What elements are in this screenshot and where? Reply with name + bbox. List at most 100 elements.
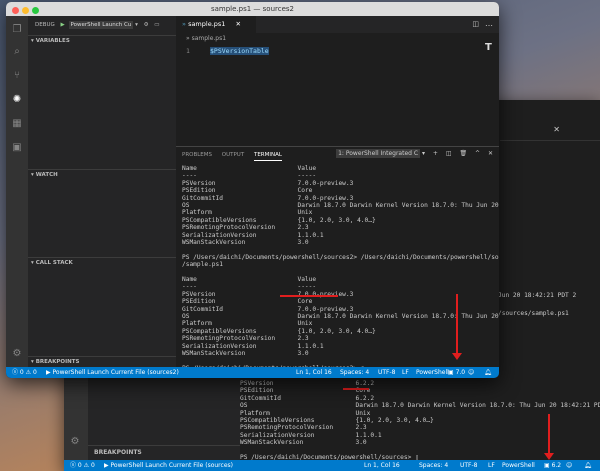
terminal-header-bg: ✕ [500, 122, 600, 141]
title-bar[interactable]: sample.ps1 — sources2 [6, 2, 499, 17]
gear-icon[interactable]: ⚙ [64, 436, 86, 447]
zoom-window-button[interactable] [32, 7, 39, 14]
powershell-icon[interactable]: ▣ [6, 142, 28, 153]
close-window-button[interactable] [12, 7, 19, 14]
search-icon[interactable]: ⌕ [6, 46, 28, 57]
terminal-line: PSVersion 7.0.0-preview.3 [182, 179, 354, 187]
terminal-select[interactable]: 1: PowerShell Integrated C [336, 149, 421, 158]
ps-version-status[interactable]: ▣ 7.0 [448, 367, 465, 378]
eol-status[interactable]: LF [488, 460, 495, 471]
terminal-line: PSRemotingProtocolVersion 2.3 [182, 224, 309, 232]
close-icon[interactable]: ✕ [488, 150, 493, 157]
terminal-line: PSEdition Core [182, 187, 313, 195]
terminal-line: ---- ----- [182, 283, 317, 291]
ps-version-status[interactable]: ▣ 6.2 [544, 460, 561, 471]
feedback-icon[interactable]: ☺ [566, 460, 572, 471]
terminal-panel[interactable]: PROBLEMS OUTPUT TERMINAL 1: PowerShell I… [176, 146, 499, 372]
terminal-line: Jun 20 18:42:21 PDT 2 [498, 292, 577, 299]
breadcrumb[interactable]: » sample.ps1 [186, 35, 226, 42]
terminal-line: OS Darwin 18.7.0 Darwin Kernel Version 1… [182, 202, 499, 209]
terminal-line: PSEdition Core [182, 298, 313, 306]
ts-glyph: T [485, 42, 492, 53]
terminal-line: SerializationVersion 1.1.0.1 [240, 431, 382, 439]
cursor-position[interactable]: Ln 1, Col 16 [296, 367, 332, 378]
problems-status[interactable]: ⓧ 0 ⚠ 0 [70, 460, 95, 471]
explorer-icon[interactable]: ❐ [6, 24, 28, 35]
language-status[interactable]: PowerShell [502, 460, 535, 471]
terminal-line: /sample.ps1 [182, 261, 223, 269]
terminal-line: PSRemotingProtocolVersion 2.3 [182, 335, 309, 343]
split-terminal-icon[interactable]: ◫ [446, 150, 452, 157]
debug-sidebar: DEBUG ▶ PowerShell Launch Cu ▾ ⚙ ▭ ▾ VAR… [28, 16, 176, 367]
bell-icon[interactable]: 🔔︎ [584, 460, 592, 471]
problems-status[interactable]: ⓧ 0 ⚠ 0 [12, 367, 37, 378]
launch-config-status[interactable]: ▶ PowerShell Launch Current File (source… [46, 367, 179, 378]
launch-config-status[interactable]: ▶ PowerShell Launch Current File (source… [104, 460, 233, 471]
tab-output[interactable]: OUTPUT [222, 152, 244, 158]
terminal-line: Platform Unix [182, 320, 313, 328]
close-icon[interactable]: ✕ [236, 20, 241, 28]
editor-area[interactable]: » sample.ps1 ✕ ◫ … » sample.ps1 1 $PSVer… [176, 16, 499, 146]
tab-terminal[interactable]: TERMINAL [253, 152, 282, 161]
new-terminal-icon[interactable]: + [433, 150, 438, 157]
indent-status[interactable]: Spaces: 4 [419, 460, 448, 471]
variables-section-header[interactable]: ▾ VARIABLES [28, 35, 176, 46]
editor-tab-sample[interactable]: » sample.ps1 ✕ [176, 16, 256, 33]
indent-status[interactable]: Spaces: 4 [340, 367, 369, 378]
terminal-line: PSVersion 6.2.2 [240, 380, 375, 387]
extensions-icon[interactable]: ▦ [6, 118, 28, 129]
debug-console-icon[interactable]: ▭ [154, 22, 159, 28]
call-stack-section-header[interactable]: ▾ CALL STACK [28, 257, 176, 268]
terminal-line: Platform Unix [182, 209, 313, 217]
close-icon[interactable]: ✕ [553, 125, 560, 134]
annotation-arrow [452, 294, 462, 360]
source-control-icon[interactable]: ⑂ [6, 70, 28, 81]
breakpoints-section-header[interactable]: ▾ BREAKPOINTS [28, 356, 176, 367]
terminal-line: Name Value [182, 165, 317, 172]
activity-bar: ❐ ⌕ ⑂ ✺ ▦ ▣ ⚙ [6, 16, 28, 367]
terminal-controls: 1: PowerShell Integrated C ▾ + ◫ 🗑︎ ^ ✕ [336, 149, 493, 158]
terminal-line: WSManStackVersion 3.0 [182, 350, 309, 357]
encoding-status[interactable]: UTF-8 [378, 367, 396, 378]
terminal-line: Name Value [182, 276, 317, 283]
terminal-line: Platform Unix [240, 409, 371, 417]
encoding-status[interactable]: UTF-8 [460, 460, 478, 471]
terminal-line: PSCompatibleVersions {1.0, 2.0, 3.0, 4.0… [182, 327, 376, 335]
gear-icon[interactable]: ⚙ [144, 22, 149, 28]
chevron-up-icon[interactable]: ^ [475, 150, 480, 157]
terminal-line: PSCompatibleVersions {1.0, 2.0, 3.0, 4.0… [240, 417, 434, 424]
gear-icon[interactable]: ⚙ [6, 348, 28, 359]
editor-tab-bar: » sample.ps1 ✕ ◫ … [176, 16, 499, 33]
start-debug-icon[interactable]: ▶ [61, 22, 65, 28]
terminal-line: OS Darwin 18.7.0 Darwin Kernel Version 1… [240, 402, 600, 410]
split-editor-icon[interactable]: ◫ [472, 20, 479, 28]
more-actions-icon[interactable]: … [485, 19, 493, 28]
chevron-down-icon[interactable]: ▾ [135, 22, 138, 28]
minimap[interactable]: T [479, 42, 499, 142]
front-vscode-window[interactable]: sample.ps1 — sources2 ❐ ⌕ ⑂ ✺ ▦ ▣ ⚙ DEBU… [6, 2, 499, 378]
tab-problems[interactable]: PROBLEMS [182, 152, 212, 158]
feedback-icon[interactable]: ☺ [468, 367, 474, 378]
terminal-line: SerializationVersion 1.1.0.1 [182, 231, 324, 239]
launch-config-select[interactable]: PowerShell Launch Cu [68, 21, 134, 29]
debug-icon[interactable]: ✺ [6, 94, 28, 105]
debug-label: DEBUG [35, 22, 55, 28]
breakpoints-header-bg[interactable]: BREAKPOINTS [88, 445, 240, 460]
trash-icon[interactable]: 🗑︎ [459, 150, 467, 157]
minimize-window-button[interactable] [22, 7, 29, 14]
terminal-line: GitCommitId 7.0.0-preview.3 [182, 194, 354, 202]
chevron-down-icon[interactable]: ▾ [422, 150, 425, 157]
eol-status[interactable]: LF [402, 367, 409, 378]
code-line[interactable]: $PSVersionTable [210, 47, 269, 55]
terminal-line: GitCommitId 7.0.0-preview.3 [182, 305, 354, 313]
terminal-line: WSManStackVersion 3.0 [240, 439, 367, 447]
terminal-line: PSRemotingProtocolVersion 2.3 [240, 424, 367, 432]
terminal-line: OS Darwin 18.7.0 Darwin Kernel Version 1… [182, 313, 499, 320]
bell-icon[interactable]: 🔔︎ [484, 367, 492, 378]
annotation-underline [280, 295, 338, 297]
language-status[interactable]: PowerShell [416, 367, 449, 378]
annotation-arrow [544, 414, 554, 460]
cursor-position[interactable]: Ln 1, Col 16 [364, 460, 400, 471]
powershell-file-icon: » [182, 20, 186, 28]
watch-section-header[interactable]: ▾ WATCH [28, 169, 176, 180]
